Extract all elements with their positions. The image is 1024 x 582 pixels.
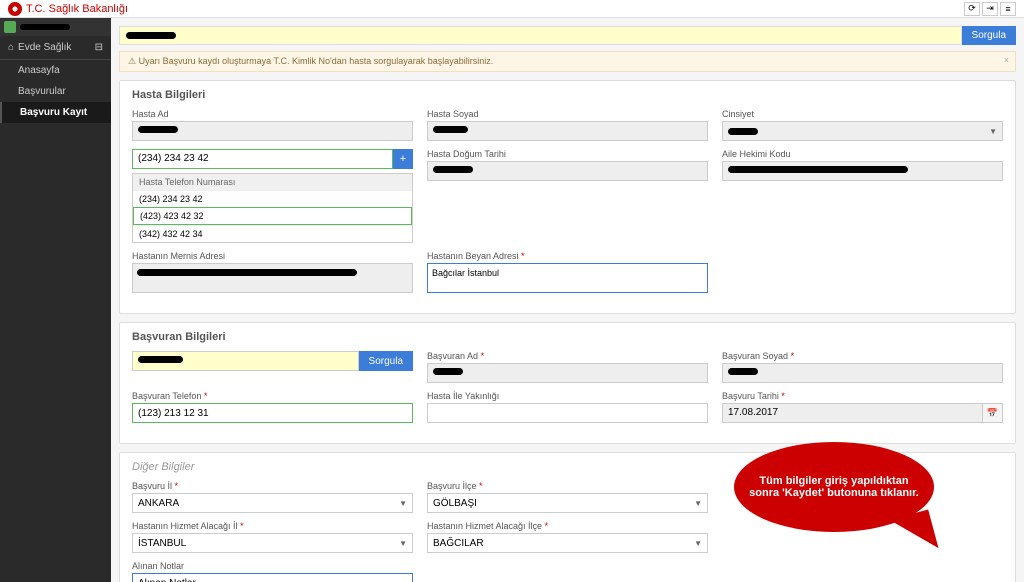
basvuru-tarih-label: Başvuru Tarihi * [722,391,1003,401]
dogum-field [427,161,708,181]
app-title: T.C. Sağlık Bakanlığı [26,3,128,15]
sidebar-user [0,18,111,36]
phone-list-item[interactable]: (423) 423 42 32 [133,207,412,225]
sidebar-section-label: Evde Sağlık [18,42,71,53]
hasta-panel-title: Hasta Bilgileri [132,89,1003,101]
calendar-icon[interactable]: 📅 [983,403,1003,423]
phone-list: Hasta Telefon Numarası (234) 234 23 42 (… [132,173,413,243]
basvuran-soyad-label: Başvuran Soyad * [722,351,1003,361]
basvuran-sorgula-button[interactable]: Sorgula [359,351,413,371]
hekim-field [722,161,1003,181]
sidebar-section-evde-saglik[interactable]: ⌂ Evde Sağlık ⊟ [0,36,111,60]
yakinlik-label: Hasta İle Yakınlığı [427,391,708,401]
masked-value [126,32,176,39]
chevron-down-icon: ▼ [399,499,407,508]
hasta-soyad-label: Hasta Soyad [427,109,708,119]
basvuru-tarih-field[interactable]: 17.08.2017 [722,403,983,423]
notlar-label: Alınan Notlar [132,561,413,571]
hasta-bilgileri-panel: Hasta Bilgileri Hasta Ad Hasta Soyad Cin… [119,80,1016,314]
basvuran-bilgileri-panel: Başvuran Bilgileri Sorgula Başvuran Ad *… [119,322,1016,444]
menu-button[interactable]: ≡ [1000,2,1016,16]
tc-search-input[interactable] [119,26,962,45]
sidebar-item-basvuru-kayit[interactable]: Başvuru Kayıt [0,102,111,123]
basvuran-soyad-field [722,363,1003,383]
cinsiyet-label: Cinsiyet [722,109,1003,119]
basvuran-ad-field [427,363,708,383]
basvuru-il-select[interactable]: ANKARA▼ [132,493,413,513]
chevron-down-icon: ▼ [694,539,702,548]
minus-icon: ⊟ [95,42,103,53]
phone-add-button[interactable]: + [393,149,413,169]
basvuru-il-label: Başvuru İl * [132,481,413,491]
hizmet-il-label: Hastanın Hizmet Alacağı İl * [132,521,413,531]
phone-input[interactable]: (234) 234 23 42 [132,149,393,169]
warning-alert: ⚠ Uyarı Başvuru kaydı oluşturmaya T.C. K… [119,51,1016,72]
basvuru-ilce-select[interactable]: GÖLBAŞI▼ [427,493,708,513]
hizmet-il-select[interactable]: İSTANBUL▼ [132,533,413,553]
alert-text: Uyarı Başvuru kaydı oluşturmaya T.C. Kim… [139,56,494,66]
hasta-ad-field [132,121,413,141]
sidebar: ⌂ Evde Sağlık ⊟ Anasayfa Başvurular Başv… [0,18,111,582]
phone-list-item[interactable]: (342) 432 42 34 [133,225,412,242]
sidebar-item-basvurular[interactable]: Başvurular [0,81,111,102]
user-name-masked [20,24,70,30]
sorgula-button[interactable]: Sorgula [962,26,1016,45]
mernis-label: Hastanın Mernis Adresi [132,251,413,261]
beyan-label: Hastanın Beyan Adresi * [427,251,708,261]
hizmet-ilce-select[interactable]: BAĞCILAR▼ [427,533,708,553]
basvuran-tc-input[interactable] [132,351,359,371]
hasta-soyad-field [427,121,708,141]
basvuran-telefon-label: Başvuran Telefon * [132,391,413,401]
cinsiyet-select[interactable]: ▼ [722,121,1003,141]
basvuran-ad-label: Başvuran Ad * [427,351,708,361]
hizmet-ilce-label: Hastanın Hizmet Alacağı İlçe * [427,521,708,531]
basvuran-panel-title: Başvuran Bilgileri [132,331,1003,343]
yakinlik-field[interactable] [427,403,708,423]
hasta-ad-label: Hasta Ad [132,109,413,119]
notlar-input[interactable] [132,573,413,582]
basvuran-telefon-input[interactable] [132,403,413,423]
mernis-textarea [132,263,413,293]
phone-list-item[interactable]: (234) 234 23 42 [133,190,412,207]
dogum-label: Hasta Doğum Tarihi [427,149,708,159]
chevron-down-icon: ▼ [399,539,407,548]
ministry-logo [8,2,22,16]
chevron-down-icon: ▼ [694,499,702,508]
instruction-callout: Tüm bilgiler giriş yapıldıktan sonra 'Ka… [734,442,934,542]
chevron-down-icon: ▼ [989,127,997,136]
basvuru-ilce-label: Başvuru İlçe * [427,481,708,491]
hekim-label: Aile Hekimi Kodu [722,149,1003,159]
sidebar-item-anasayfa[interactable]: Anasayfa [0,60,111,81]
avatar [4,21,16,33]
beyan-textarea[interactable]: Bağcılar İstanbul [427,263,708,293]
logout-button[interactable]: ⇥ [982,2,998,16]
phone-list-header: Hasta Telefon Numarası [133,174,412,190]
alert-close-icon[interactable]: × [1004,55,1009,65]
app-header: T.C. Sağlık Bakanlığı ⟳ ⇥ ≡ [0,0,1024,18]
home-icon: ⌂ [8,42,14,53]
refresh-button[interactable]: ⟳ [964,2,980,16]
